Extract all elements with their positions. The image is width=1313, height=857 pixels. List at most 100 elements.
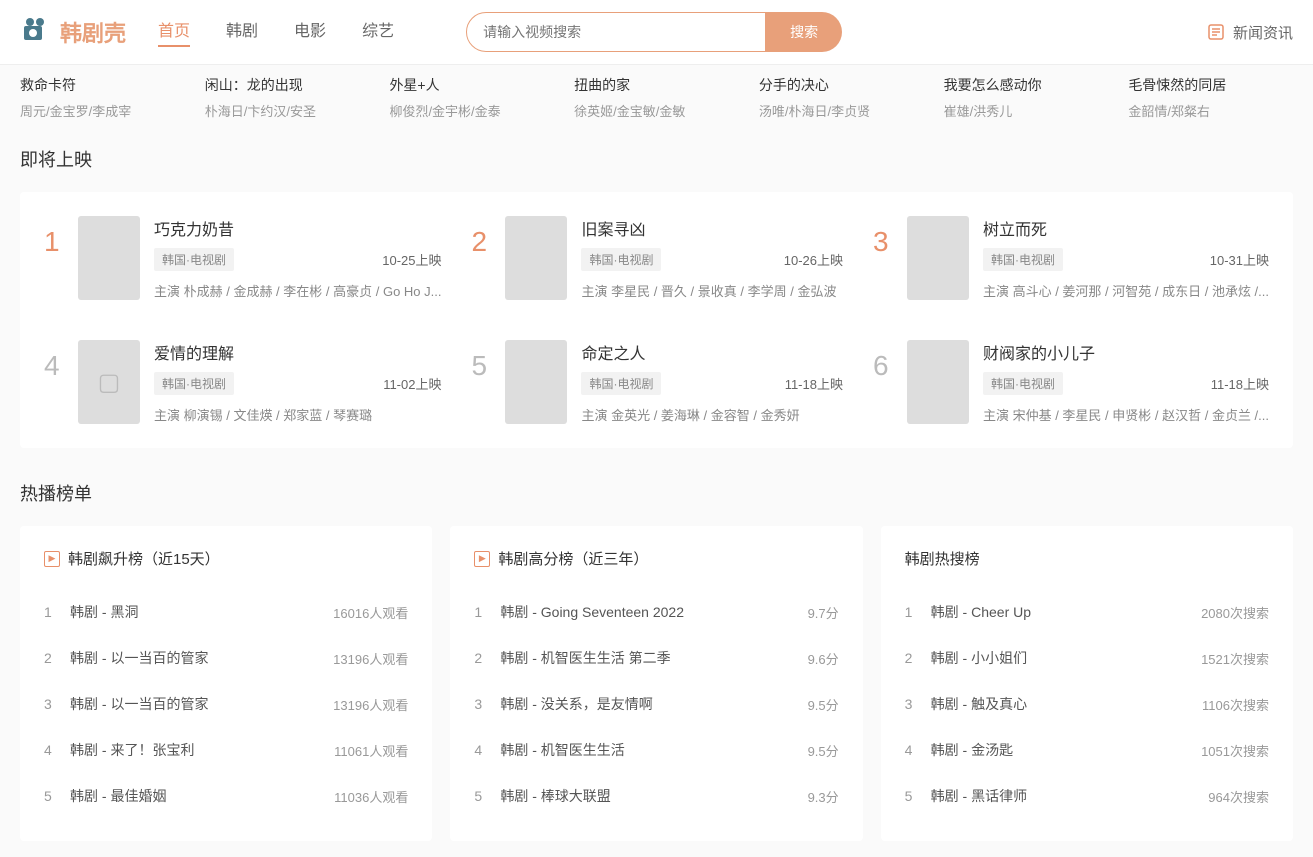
rank-row[interactable]: 3 韩剧 - 以一当百的管家 13196人观看 — [44, 681, 408, 727]
rank-number: 2 — [471, 226, 491, 258]
upcoming-item-title[interactable]: 命定之人 — [581, 340, 843, 364]
partial-actors: 汤唯/朴海日/李贞贤 — [759, 101, 924, 120]
upcoming-cast: 主演 宋仲基 / 李星民 / 申贤彬 / 赵汉哲 / 金贞兰 /... — [983, 405, 1269, 424]
release-date: 11-18上映 — [785, 374, 843, 393]
partial-item[interactable]: 毛骨悚然的同居金韶情/郑粲右 — [1128, 75, 1293, 120]
country-tag: 韩国·电视剧 — [581, 248, 661, 271]
nav-home[interactable]: 首页 — [158, 17, 190, 47]
rank-idx: 4 — [44, 742, 70, 758]
upcoming-meta: 韩国·电视剧 11-02上映 — [154, 372, 441, 395]
header: 韩剧壳 首页 韩剧 电影 综艺 搜索 新闻资讯 — [0, 0, 1313, 65]
poster-thumb[interactable] — [907, 216, 969, 300]
rank-idx: 5 — [905, 788, 931, 804]
upcoming-item-title[interactable]: 爱情的理解 — [154, 340, 441, 364]
rank-idx: 3 — [905, 696, 931, 712]
upcoming-item-title[interactable]: 树立而死 — [983, 216, 1269, 240]
ranking-box: 韩剧热搜榜 1 韩剧 - Cheer Up 2080次搜索 2 韩剧 - 小小姐… — [881, 526, 1293, 841]
partial-actors: 金韶情/郑粲右 — [1128, 101, 1293, 120]
rank-row[interactable]: 1 韩剧 - 黑洞 16016人观看 — [44, 589, 408, 635]
nav-korean[interactable]: 韩剧 — [226, 17, 258, 47]
upcoming-item-title[interactable]: 旧案寻凶 — [581, 216, 843, 240]
release-date: 10-25上映 — [382, 250, 441, 269]
country-tag: 韩国·电视剧 — [581, 372, 661, 395]
partial-item[interactable]: 我要怎么感动你崔雄/洪秀儿 — [944, 75, 1109, 120]
rank-row[interactable]: 4 韩剧 - 来了！张宝利 11061人观看 — [44, 727, 408, 773]
upcoming-cast: 主演 金英光 / 姜海琳 / 金容智 / 金秀妍 — [581, 405, 843, 424]
poster-thumb[interactable] — [78, 216, 140, 300]
release-date: 11-02上映 — [383, 374, 441, 393]
upcoming-info: 财阀家的小儿子 韩国·电视剧 11-18上映 主演 宋仲基 / 李星民 / 申贤… — [983, 340, 1269, 424]
rank-row[interactable]: 1 韩剧 - Going Seventeen 2022 9.7分 — [474, 589, 838, 635]
search-button[interactable]: 搜索 — [766, 12, 842, 52]
ranking-box-title: ▶韩剧飙升榜（近15天） — [44, 548, 408, 569]
rank-name: 韩剧 - 以一当百的管家 — [70, 648, 333, 668]
rank-name: 韩剧 - 最佳婚姻 — [70, 786, 334, 806]
nav-variety[interactable]: 综艺 — [362, 17, 394, 47]
rank-value: 11036人观看 — [334, 787, 408, 806]
rank-row[interactable]: 1 韩剧 - Cheer Up 2080次搜索 — [905, 589, 1269, 635]
upcoming-info: 巧克力奶昔 韩国·电视剧 10-25上映 主演 朴成赫 / 金成赫 / 李在彬 … — [154, 216, 441, 300]
upcoming-info: 爱情的理解 韩国·电视剧 11-02上映 主演 柳演锡 / 文佳煐 / 郑家蓝 … — [154, 340, 441, 424]
rank-row[interactable]: 4 韩剧 - 机智医生生活 9.5分 — [474, 727, 838, 773]
rank-row[interactable]: 4 韩剧 - 金汤匙 1051次搜索 — [905, 727, 1269, 773]
partial-item[interactable]: 扭曲的家徐英姬/金宝敏/金敏 — [574, 75, 739, 120]
poster-thumb[interactable] — [907, 340, 969, 424]
rank-value: 9.6分 — [808, 649, 839, 668]
country-tag: 韩国·电视剧 — [154, 372, 234, 395]
upcoming-cast: 主演 李星民 / 晋久 / 景收真 / 李学周 / 金弘波 — [581, 281, 843, 300]
rank-name: 韩剧 - 黑话律师 — [931, 786, 1209, 806]
rank-name: 韩剧 - 棒球大联盟 — [500, 786, 807, 806]
rank-row[interactable]: 2 韩剧 - 小小姐们 1521次搜索 — [905, 635, 1269, 681]
upcoming-item: 3 树立而死 韩国·电视剧 10-31上映 主演 高斗心 / 姜河那 / 河智苑… — [873, 216, 1269, 300]
partial-item[interactable]: 外星+人柳俊烈/金宇彬/金泰 — [389, 75, 554, 120]
rank-idx: 1 — [474, 604, 500, 620]
nav: 首页 韩剧 电影 综艺 — [158, 17, 394, 47]
upcoming-meta: 韩国·电视剧 11-18上映 — [983, 372, 1269, 395]
partial-actors: 柳俊烈/金宇彬/金泰 — [389, 101, 554, 120]
ranking-section: 热播榜单 ▶韩剧飙升榜（近15天） 1 韩剧 - 黑洞 16016人观看 2 韩… — [0, 464, 1313, 857]
rank-idx: 4 — [905, 742, 931, 758]
rank-row[interactable]: 5 韩剧 - 棒球大联盟 9.3分 — [474, 773, 838, 819]
rank-name: 韩剧 - 金汤匙 — [931, 740, 1201, 760]
rank-row[interactable]: 5 韩剧 - 黑话律师 964次搜索 — [905, 773, 1269, 819]
rank-row[interactable]: 2 韩剧 - 以一当百的管家 13196人观看 — [44, 635, 408, 681]
rank-value: 9.5分 — [808, 695, 839, 714]
partial-actors: 朴海日/卞约汉/安圣 — [205, 101, 370, 120]
rank-row[interactable]: 5 韩剧 - 最佳婚姻 11036人观看 — [44, 773, 408, 819]
search-input[interactable] — [466, 12, 766, 52]
partial-title: 我要怎么感动你 — [944, 75, 1109, 95]
search-box: 搜索 — [466, 12, 842, 52]
nav-movie[interactable]: 电影 — [294, 17, 326, 47]
upcoming-meta: 韩国·电视剧 10-26上映 — [581, 248, 843, 271]
partial-item[interactable]: 分手的决心汤唯/朴海日/李贞贤 — [759, 75, 924, 120]
partial-title: 扭曲的家 — [574, 75, 739, 95]
rank-number: 4 — [44, 350, 64, 382]
rank-idx: 2 — [44, 650, 70, 666]
news-icon — [1207, 23, 1225, 41]
upcoming-item-title[interactable]: 财阀家的小儿子 — [983, 340, 1269, 364]
rank-row[interactable]: 2 韩剧 - 机智医生生活 第二季 9.6分 — [474, 635, 838, 681]
rank-value: 13196人观看 — [333, 695, 408, 714]
poster-thumb[interactable] — [505, 216, 567, 300]
poster-thumb[interactable]: ▢ — [78, 340, 140, 424]
upcoming-meta: 韩国·电视剧 10-25上映 — [154, 248, 441, 271]
ranking-box: ▶韩剧高分榜（近三年） 1 韩剧 - Going Seventeen 2022 … — [450, 526, 862, 841]
partial-item[interactable]: 闲山：龙的出现朴海日/卞约汉/安圣 — [205, 75, 370, 120]
rank-name: 韩剧 - 触及真心 — [931, 694, 1202, 714]
ranking-box-title: 韩剧热搜榜 — [905, 548, 1269, 569]
partial-item[interactable]: 救命卡符周元/金宝罗/李成宰 — [20, 75, 185, 120]
upcoming-item-title[interactable]: 巧克力奶昔 — [154, 216, 441, 240]
ranking-box-title: ▶韩剧高分榜（近三年） — [474, 548, 838, 569]
rank-name: 韩剧 - Going Seventeen 2022 — [500, 602, 807, 622]
partial-title: 毛骨悚然的同居 — [1128, 75, 1293, 95]
upcoming-cast: 主演 朴成赫 / 金成赫 / 李在彬 / 高豪贞 / Go Ho J... — [154, 281, 441, 300]
rank-value: 1051次搜索 — [1201, 741, 1269, 760]
country-tag: 韩国·电视剧 — [154, 248, 234, 271]
rank-value: 11061人观看 — [334, 741, 408, 760]
news-link[interactable]: 新闻资讯 — [1207, 22, 1293, 43]
poster-thumb[interactable] — [505, 340, 567, 424]
rank-value: 1106次搜索 — [1202, 695, 1269, 714]
logo[interactable]: 韩剧壳 — [20, 16, 126, 48]
rank-row[interactable]: 3 韩剧 - 没关系，是友情啊 9.5分 — [474, 681, 838, 727]
rank-row[interactable]: 3 韩剧 - 触及真心 1106次搜索 — [905, 681, 1269, 727]
